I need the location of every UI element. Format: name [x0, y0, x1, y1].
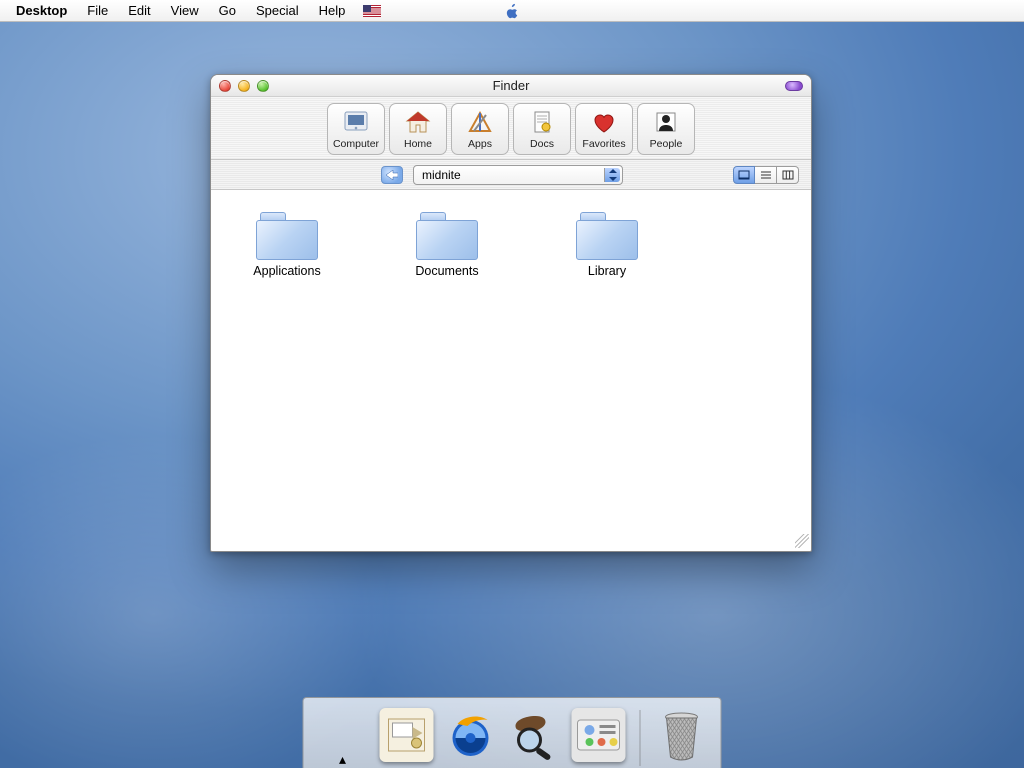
- finder-content[interactable]: Applications Documents Library: [211, 190, 811, 550]
- dock-item-sysprefs[interactable]: [568, 704, 630, 766]
- menu-file[interactable]: File: [77, 3, 118, 18]
- menu-edit[interactable]: Edit: [118, 3, 160, 18]
- dock-item-finder[interactable]: ▴: [312, 704, 374, 766]
- folder-label: Applications: [253, 264, 320, 278]
- folder-icon: [576, 212, 638, 260]
- toolbar-label: Docs: [530, 138, 554, 150]
- toolbar-apps-button[interactable]: Apps: [451, 103, 509, 155]
- running-indicator-icon: ▴: [339, 751, 346, 768]
- chevron-updown-icon: [604, 168, 620, 182]
- menu-special[interactable]: Special: [246, 3, 309, 18]
- path-bar: midnite: [211, 160, 811, 190]
- path-popup-button[interactable]: midnite: [413, 165, 623, 185]
- titlebar[interactable]: Finder: [211, 75, 811, 97]
- folder-item-library[interactable]: Library: [557, 212, 657, 278]
- dock-item-mail[interactable]: [376, 704, 438, 766]
- toolbar-label: Favorites: [582, 138, 625, 150]
- trash-icon: [655, 708, 709, 762]
- menubar: Desktop File Edit View Go Special Help: [0, 0, 1024, 22]
- window-title: Finder: [211, 78, 811, 93]
- back-arrow-icon: [386, 170, 398, 180]
- docs-icon: [527, 108, 557, 136]
- view-list-button[interactable]: [755, 166, 777, 184]
- menubar-app[interactable]: Desktop: [6, 3, 77, 18]
- apple-logo-icon[interactable]: [504, 3, 520, 19]
- toolbar-toggle-button[interactable]: [785, 81, 803, 91]
- toolbar-label: Computer: [333, 138, 379, 150]
- dock: ▴: [303, 697, 722, 768]
- dock-item-ie[interactable]: [440, 704, 502, 766]
- sysprefs-icon: [572, 708, 626, 762]
- folder-item-applications[interactable]: Applications: [237, 212, 337, 278]
- people-icon: [651, 108, 681, 136]
- column-view-icon: [782, 170, 794, 180]
- folder-label: Library: [588, 264, 626, 278]
- back-button[interactable]: [381, 166, 403, 184]
- home-icon: [403, 108, 433, 136]
- menu-go[interactable]: Go: [209, 3, 246, 18]
- mail-icon: [380, 708, 434, 762]
- resize-handle[interactable]: [795, 534, 809, 548]
- input-language-flag-icon[interactable]: [363, 5, 381, 17]
- sherlock-icon: [508, 708, 562, 762]
- toolbar-label: Apps: [468, 138, 492, 150]
- toolbar-label: People: [650, 138, 683, 150]
- dock-item-trash[interactable]: [651, 704, 713, 766]
- view-icon-button[interactable]: [733, 166, 755, 184]
- menu-view[interactable]: View: [161, 3, 209, 18]
- toolbar-label: Home: [404, 138, 432, 150]
- toolbar-home-button[interactable]: Home: [389, 103, 447, 155]
- dock-item-sherlock[interactable]: [504, 704, 566, 766]
- folder-icon: [416, 212, 478, 260]
- favorites-icon: [589, 108, 619, 136]
- finder-toolbar: Computer Home Apps Docs Favorites: [211, 97, 811, 160]
- path-popup-value: midnite: [422, 168, 461, 182]
- toolbar-computer-button[interactable]: Computer: [327, 103, 385, 155]
- menu-help[interactable]: Help: [309, 3, 356, 18]
- toolbar-people-button[interactable]: People: [637, 103, 695, 155]
- folder-icon: [256, 212, 318, 260]
- apps-icon: [465, 108, 495, 136]
- computer-icon: [341, 108, 371, 136]
- icon-view-icon: [738, 170, 750, 180]
- folder-label: Documents: [415, 264, 478, 278]
- ie-icon: [444, 708, 498, 762]
- finder-window: Finder Computer Home Apps Docs: [210, 74, 812, 552]
- view-switcher: [733, 166, 799, 184]
- list-view-icon: [760, 170, 772, 180]
- view-column-button[interactable]: [777, 166, 799, 184]
- dock-separator: [640, 710, 641, 766]
- toolbar-favorites-button[interactable]: Favorites: [575, 103, 633, 155]
- folder-item-documents[interactable]: Documents: [397, 212, 497, 278]
- toolbar-docs-button[interactable]: Docs: [513, 103, 571, 155]
